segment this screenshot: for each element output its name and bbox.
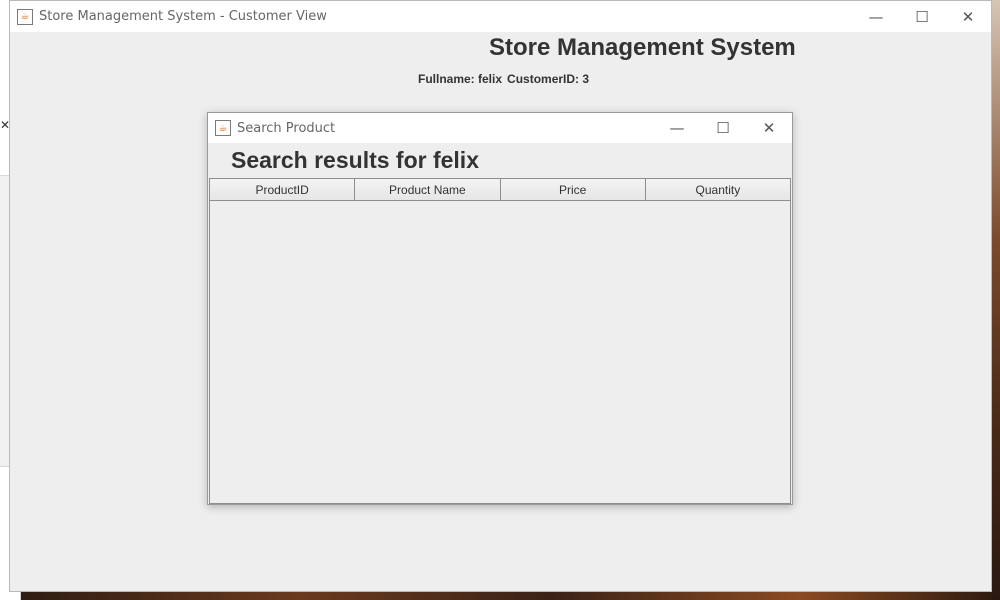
column-header-quantity[interactable]: Quantity: [645, 179, 790, 201]
maximize-button[interactable]: ☐: [899, 1, 945, 32]
column-header-productid[interactable]: ProductID: [210, 179, 356, 201]
java-cup-icon: ☕: [215, 120, 231, 136]
main-titlebar[interactable]: ☕ Store Management System - Customer Vie…: [10, 1, 991, 32]
dialog-title: Search Product: [237, 120, 336, 136]
column-header-product-name[interactable]: Product Name: [355, 179, 501, 201]
search-product-dialog: ☕ Search Product — ☐ ✕ Search results fo…: [207, 112, 793, 505]
customer-id-label: CustomerID: 3: [507, 72, 590, 86]
user-info: Fullname: felix CustomerID: 3: [418, 72, 594, 86]
desktop-background-right: [992, 0, 1000, 600]
dialog-minimize-button[interactable]: —: [654, 113, 700, 143]
main-window-controls: — ☐ ✕: [853, 1, 991, 32]
dialog-close-button[interactable]: ✕: [746, 113, 792, 143]
search-results-heading: Search results for felix: [231, 147, 479, 173]
main-window-title: Store Management System - Customer View: [39, 9, 327, 24]
column-header-price[interactable]: Price: [500, 179, 646, 201]
java-cup-icon: ☕: [17, 8, 33, 25]
table-header: ProductID Product Name Price Quantity: [210, 179, 790, 201]
dialog-controls: — ☐ ✕: [654, 113, 792, 144]
results-table[interactable]: ProductID Product Name Price Quantity: [209, 178, 791, 504]
minimize-button[interactable]: —: [853, 1, 899, 32]
fullname-label: Fullname: felix: [418, 72, 503, 86]
close-button[interactable]: ✕: [945, 1, 991, 32]
dialog-maximize-button[interactable]: ☐: [700, 113, 746, 143]
page-title: Store Management System: [489, 34, 796, 61]
dialog-titlebar[interactable]: ☕ Search Product — ☐ ✕: [208, 113, 792, 143]
